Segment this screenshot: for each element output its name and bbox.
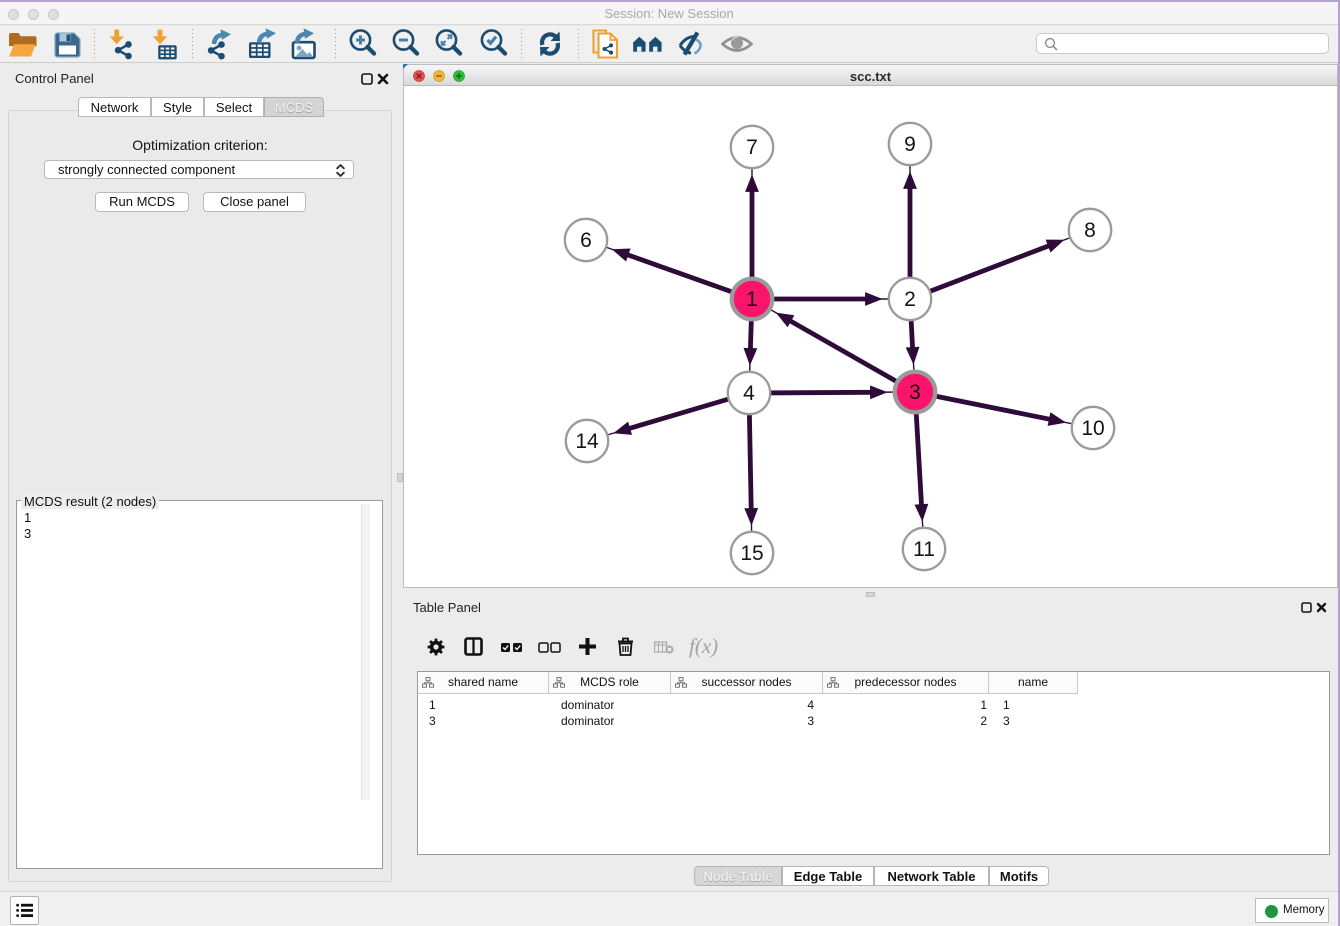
svg-text:6: 6 (580, 229, 592, 252)
svg-text:7: 7 (746, 136, 758, 159)
svg-text:10: 10 (1081, 417, 1104, 440)
svg-text:2: 2 (904, 288, 916, 311)
svg-text:15: 15 (740, 542, 763, 565)
svg-text:8: 8 (1084, 219, 1096, 242)
svg-text:3: 3 (909, 381, 921, 404)
svg-text:14: 14 (575, 430, 599, 453)
svg-text:9: 9 (904, 133, 916, 156)
svg-text:11: 11 (913, 538, 935, 561)
svg-text:1: 1 (746, 288, 758, 311)
svg-text:4: 4 (743, 382, 755, 405)
